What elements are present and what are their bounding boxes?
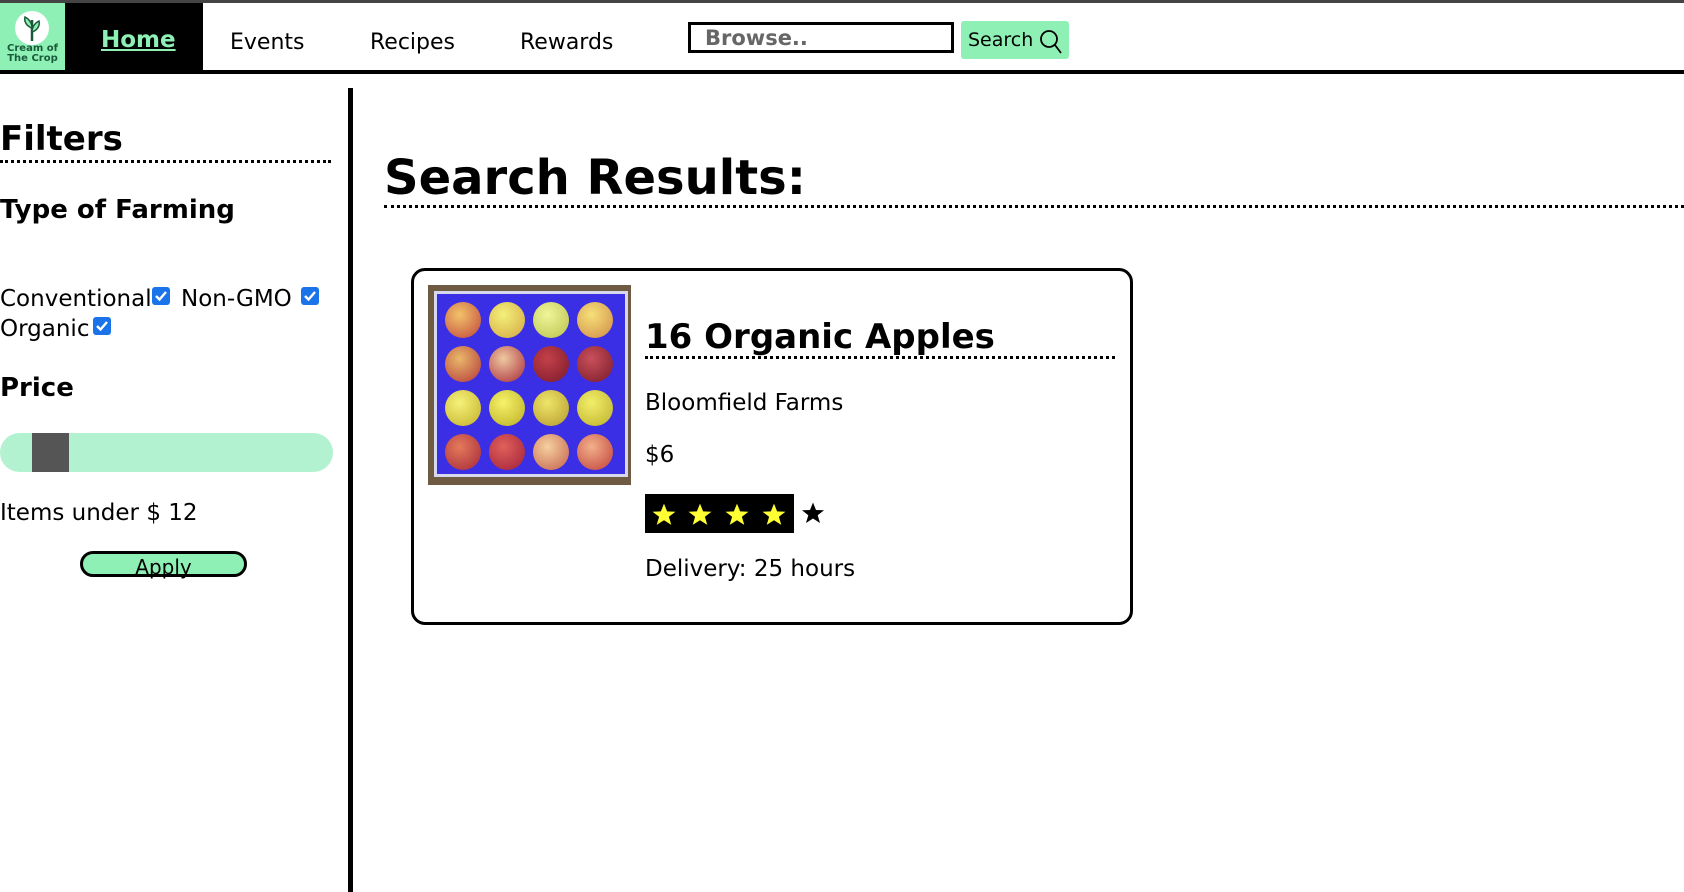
- product-title[interactable]: 16 Organic Apples: [645, 317, 995, 357]
- option-conventional-label: Conventional: [0, 286, 152, 312]
- search-icon: [1040, 30, 1062, 54]
- product-title-divider: [645, 356, 1115, 359]
- option-non-gmo-label: Non-GMO: [181, 286, 292, 312]
- nav-rewards-link[interactable]: Rewards: [520, 30, 613, 55]
- apple-box-photo: [434, 291, 628, 477]
- sprout-icon: [15, 11, 49, 45]
- filters-title: Filters: [0, 119, 123, 159]
- check-icon: [96, 321, 108, 332]
- star-filled-icon: [688, 503, 712, 525]
- checkbox-conventional[interactable]: [152, 287, 170, 305]
- results-divider: [384, 205, 1684, 208]
- check-icon: [155, 291, 167, 302]
- star-filled-icon: [725, 503, 749, 525]
- nav-recipes-link[interactable]: Recipes: [370, 30, 455, 55]
- sidebar-divider: [348, 88, 353, 892]
- product-image[interactable]: [428, 285, 631, 485]
- brand-logo[interactable]: Cream of The Crop: [0, 3, 65, 70]
- star-filled-icon: [762, 503, 786, 525]
- type-of-farming-heading: Type of Farming: [0, 195, 235, 225]
- search-results-title: Search Results:: [384, 150, 806, 206]
- nav-events-link[interactable]: Events: [230, 30, 305, 55]
- brand-line-2: The Crop: [7, 53, 58, 64]
- star-filled-icon: [652, 503, 676, 525]
- apply-button-label: Apply: [135, 555, 192, 579]
- checkbox-organic[interactable]: [93, 317, 111, 335]
- apply-button[interactable]: Apply: [80, 551, 247, 579]
- nav-home-label[interactable]: Home: [101, 27, 176, 53]
- check-icon: [304, 291, 316, 302]
- filters-divider: [0, 160, 331, 163]
- price-limit-text: Items under $ 12: [0, 500, 198, 526]
- search-button[interactable]: Search: [961, 21, 1069, 59]
- navbar: Cream of The Crop Home Events Recipes Re…: [0, 3, 1684, 74]
- price-slider-thumb[interactable]: [32, 433, 69, 472]
- brand-logo-text: Cream of The Crop: [0, 44, 65, 64]
- nav-home-tab[interactable]: Home: [65, 3, 203, 70]
- product-delivery: Delivery: 25 hours: [645, 556, 856, 582]
- option-organic-label: Organic: [0, 316, 90, 342]
- checkbox-non-gmo[interactable]: [301, 287, 319, 305]
- price-heading: Price: [0, 373, 74, 403]
- rating-stars: [645, 494, 794, 533]
- product-price: $6: [645, 442, 675, 468]
- search-button-label: Search: [968, 29, 1034, 51]
- product-farm: Bloomfield Farms: [645, 390, 844, 416]
- search-input[interactable]: [688, 22, 954, 53]
- star-empty-icon: [802, 502, 824, 523]
